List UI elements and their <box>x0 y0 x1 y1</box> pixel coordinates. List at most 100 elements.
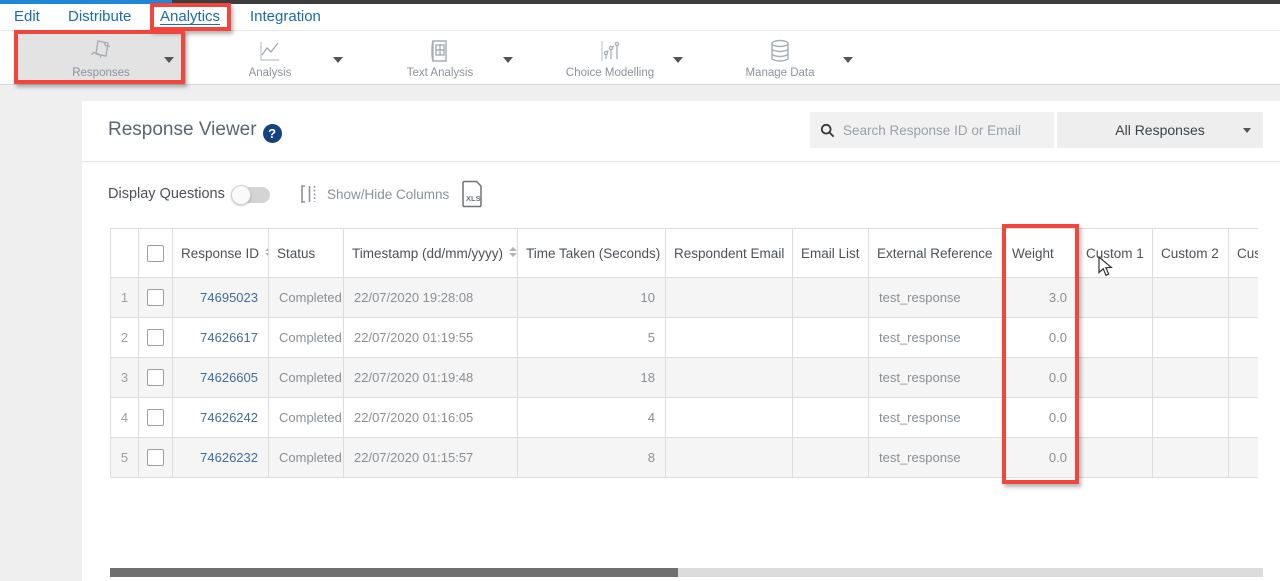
column-header-label: Custom 3 <box>1237 246 1258 261</box>
choice-modelling-dropdown-caret[interactable] <box>673 57 683 63</box>
responses-dropdown-caret[interactable] <box>164 57 174 63</box>
responses-table: Response ID Status Timestamp (dd/mm/yyyy)T… <box>110 228 1258 478</box>
response-viewer-panel: Response Viewer? All Responses Display Q… <box>82 101 1280 581</box>
row-checkbox[interactable] <box>147 449 164 466</box>
column-header-custom3: Custom 3 <box>1229 229 1259 278</box>
select-all-checkbox[interactable] <box>147 245 164 262</box>
cell-num: 2 <box>111 318 139 358</box>
row-checkbox[interactable] <box>147 409 164 426</box>
sort-icon[interactable] <box>265 247 268 257</box>
column-header-label: Response ID <box>181 246 259 261</box>
nav-tab-distribute[interactable]: Distribute <box>68 4 131 31</box>
horizontal-scrollbar[interactable] <box>110 568 1263 577</box>
cell-timestamp: 22/07/2020 19:28:08 <box>344 278 518 318</box>
column-header-label: Respondent Email <box>674 246 784 261</box>
column-header-time_taken[interactable]: Time Taken (Seconds) <box>518 229 666 278</box>
nav-tab-integration[interactable]: Integration <box>250 4 321 31</box>
cell-num: 5 <box>111 438 139 478</box>
cell-custom2 <box>1153 278 1229 318</box>
response-id-link[interactable]: 74626232 <box>173 438 269 478</box>
column-header-num <box>111 229 139 278</box>
toolbar-item-choice-modelling[interactable]: Choice Modelling <box>525 33 695 83</box>
cell-weight: 3.0 <box>1004 278 1078 318</box>
analytics-toolbar: Responses Analysis Text Analysis <box>0 31 1280 85</box>
show-hide-columns-label: Show/Hide Columns <box>327 187 449 202</box>
column-header-response_id[interactable]: Response ID <box>173 229 269 278</box>
row-checkbox[interactable] <box>147 289 164 306</box>
cell-status: Completed <box>269 358 344 398</box>
cell-time_taken: 5 <box>518 318 666 358</box>
column-header-timestamp[interactable]: Timestamp (dd/mm/yyyy) <box>344 229 518 278</box>
responses-table-viewport: Response ID Status Timestamp (dd/mm/yyyy)T… <box>110 228 1258 478</box>
display-questions-label: Display Questions <box>108 186 225 202</box>
toolbar-item-label: Choice Modelling <box>566 67 654 79</box>
search-box <box>810 112 1054 148</box>
toolbar-item-analysis[interactable]: Analysis <box>185 33 355 83</box>
cell-status: Completed <box>269 438 344 478</box>
cell-custom3 <box>1229 398 1259 438</box>
toolbar-item-label: Manage Data <box>745 67 814 79</box>
column-header-external_reference: External Reference <box>869 229 1004 278</box>
column-header-email_list: Email List <box>793 229 869 278</box>
toolbar-item-label: Analysis <box>249 67 292 79</box>
column-header-status: Status <box>269 229 344 278</box>
cell-custom2 <box>1153 358 1229 398</box>
display-questions-toggle[interactable] <box>232 187 270 203</box>
toggle-knob <box>231 185 251 205</box>
cell-status: Completed <box>269 318 344 358</box>
row-checkbox-cell <box>139 358 173 398</box>
toolbar-item-text-analysis[interactable]: Text Analysis <box>355 33 525 83</box>
cell-time_taken: 10 <box>518 278 666 318</box>
row-checkbox-cell <box>139 278 173 318</box>
cell-respondent_email <box>666 438 793 478</box>
table-row: 374626605Completed22/07/2020 01:19:4818t… <box>111 358 1259 398</box>
response-id-link[interactable]: 74626605 <box>173 358 269 398</box>
toolbar-item-responses[interactable]: Responses <box>16 33 186 83</box>
column-header-label: Status <box>277 246 315 261</box>
row-checkbox-cell <box>139 398 173 438</box>
response-id-link[interactable]: 74695023 <box>173 278 269 318</box>
export-xls-button[interactable]: XLS <box>460 180 484 213</box>
header-divider <box>82 161 1280 162</box>
row-checkbox-cell <box>139 318 173 358</box>
response-id-link[interactable]: 74626617 <box>173 318 269 358</box>
cell-external_reference: test_response <box>869 278 1004 318</box>
cell-email_list <box>793 358 869 398</box>
manage-data-dropdown-caret[interactable] <box>843 57 853 63</box>
analysis-dropdown-caret[interactable] <box>333 57 343 63</box>
show-hide-columns-button[interactable]: Show/Hide Columns <box>300 184 449 204</box>
choice-modelling-icon <box>597 38 623 64</box>
analysis-icon <box>257 38 283 64</box>
table-row: 474626242Completed22/07/2020 01:16:054te… <box>111 398 1259 438</box>
cell-custom2 <box>1153 438 1229 478</box>
column-header-label: External Reference <box>877 246 993 261</box>
column-header-custom1: Custom 1 <box>1078 229 1153 278</box>
main-navbar: Edit Distribute Analytics Integration <box>0 4 1280 31</box>
cell-respondent_email <box>666 318 793 358</box>
text-analysis-dropdown-caret[interactable] <box>503 57 513 63</box>
row-checkbox[interactable] <box>147 369 164 386</box>
search-input[interactable] <box>843 123 1043 138</box>
response-id-link[interactable]: 74626242 <box>173 398 269 438</box>
sort-icon[interactable] <box>509 247 517 257</box>
responses-filter-value: All Responses <box>1115 122 1205 138</box>
horizontal-scrollbar-thumb[interactable] <box>110 568 678 577</box>
cell-time_taken: 8 <box>518 438 666 478</box>
cell-weight: 0.0 <box>1004 358 1078 398</box>
column-header-label: Email List <box>801 246 860 261</box>
cell-email_list <box>793 438 869 478</box>
cell-external_reference: test_response <box>869 438 1004 478</box>
nav-tab-analytics[interactable]: Analytics <box>160 4 220 31</box>
cell-respondent_email <box>666 398 793 438</box>
cell-timestamp: 22/07/2020 01:15:57 <box>344 438 518 478</box>
help-icon[interactable]: ? <box>263 124 282 143</box>
cell-timestamp: 22/07/2020 01:16:05 <box>344 398 518 438</box>
manage-data-icon <box>767 38 793 64</box>
nav-tab-edit[interactable]: Edit <box>14 4 40 31</box>
responses-filter-dropdown[interactable]: All Responses <box>1057 112 1263 148</box>
cell-custom1 <box>1078 278 1153 318</box>
select-all-header[interactable] <box>139 229 173 278</box>
cell-time_taken: 18 <box>518 358 666 398</box>
row-checkbox[interactable] <box>147 329 164 346</box>
toolbar-item-manage-data[interactable]: Manage Data <box>695 33 865 83</box>
